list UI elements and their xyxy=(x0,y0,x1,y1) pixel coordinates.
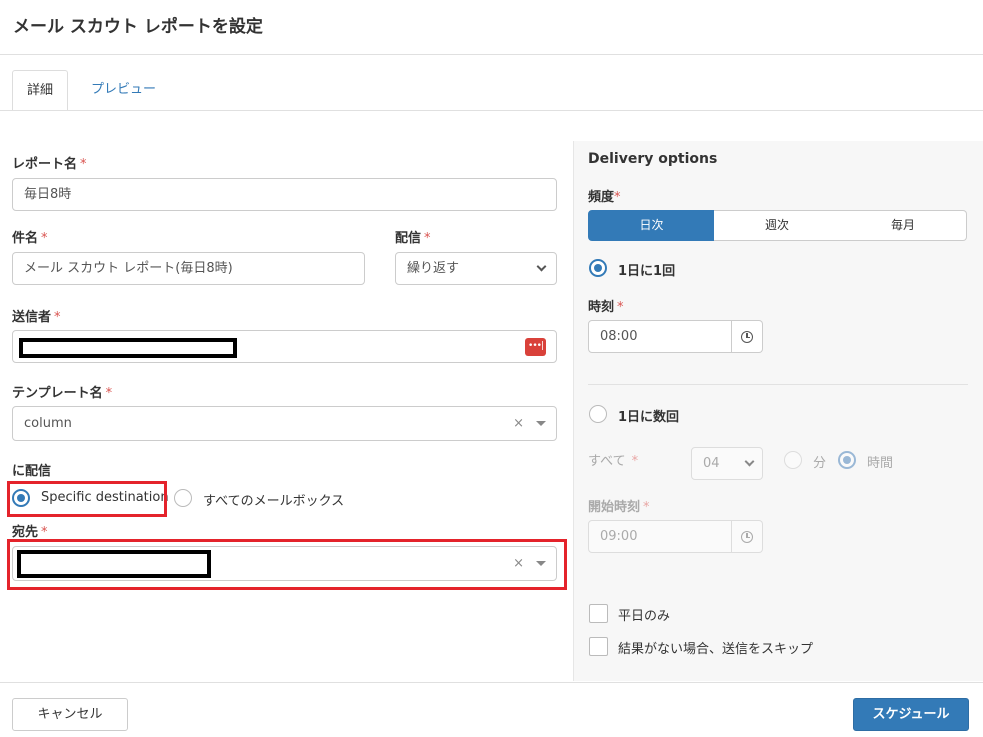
start-time-picker-button[interactable] xyxy=(732,520,763,553)
clock-icon xyxy=(741,331,753,343)
deliver-to-label: に配信 xyxy=(12,464,52,479)
chevron-down-icon xyxy=(744,456,755,467)
time-picker-button[interactable] xyxy=(732,320,763,353)
redaction-box-inner xyxy=(23,342,233,354)
cancel-button[interactable]: キャンセル xyxy=(12,698,128,731)
template-select[interactable]: column × xyxy=(12,406,557,441)
template-label: テンプレート名 * xyxy=(12,386,113,401)
radio-unit-hours-label: 時間 xyxy=(867,456,894,471)
template-select-value: column xyxy=(24,416,72,431)
chevron-down-icon xyxy=(536,261,547,272)
radio-all-mailboxes[interactable] xyxy=(174,489,192,507)
delivery-label: 配信 * xyxy=(395,231,431,246)
frequency-monthly[interactable]: 毎月 xyxy=(840,210,967,241)
every-select[interactable]: 04 xyxy=(691,447,763,480)
schedule-button[interactable]: スケジュール xyxy=(853,698,969,731)
subject-input[interactable]: メール スカウト レポート(毎日8時) xyxy=(12,252,365,285)
delivery-options-heading: Delivery options xyxy=(588,151,718,167)
radio-unit-minutes-label: 分 xyxy=(813,456,827,471)
radio-unit-hours[interactable] xyxy=(838,451,856,469)
weekdays-only-label: 平日のみ xyxy=(618,609,671,624)
tab-details[interactable]: 詳細 xyxy=(12,70,69,111)
every-label: すべて * xyxy=(588,454,639,469)
section-divider xyxy=(588,384,968,385)
frequency-weekly[interactable]: 週次 xyxy=(714,210,841,241)
radio-multiple-per-day[interactable] xyxy=(589,405,607,423)
every-select-value: 04 xyxy=(703,456,720,471)
report-name-label: レポート名 * xyxy=(12,157,87,172)
tab-preview[interactable]: プレビュー xyxy=(77,70,170,111)
destination-label: 宛先 * xyxy=(12,525,48,540)
radio-all-mailboxes-label: すべてのメールボックス xyxy=(203,494,345,509)
footer-divider xyxy=(0,682,983,683)
time-input[interactable]: 08:00 xyxy=(588,320,732,353)
skip-if-empty-label: 結果がない場合、送信をスキップ xyxy=(618,642,814,657)
clock-icon xyxy=(741,531,753,543)
clear-icon[interactable]: × xyxy=(513,416,524,431)
skip-if-empty-checkbox[interactable] xyxy=(589,637,608,656)
radio-once-per-day[interactable] xyxy=(589,259,607,277)
password-manager-icon[interactable]: •••| xyxy=(525,338,546,356)
caret-down-icon xyxy=(536,421,546,426)
time-label: 時刻 * xyxy=(588,300,624,315)
annotation-highlight xyxy=(7,539,567,590)
start-time-input[interactable]: 09:00 xyxy=(588,520,732,553)
radio-unit-minutes[interactable] xyxy=(784,451,802,469)
sender-label: 送信者 * xyxy=(12,310,61,325)
report-name-input[interactable]: 毎日8時 xyxy=(12,178,557,211)
dialog-title: メール スカウト レポートを設定 xyxy=(13,17,263,37)
start-time-label: 開始時刻 * xyxy=(588,500,650,515)
delivery-select-value: 繰り返す xyxy=(407,261,460,276)
radio-once-per-day-label: 1日に1回 xyxy=(618,264,676,279)
frequency-daily[interactable]: 日次 xyxy=(588,210,715,241)
tab-divider xyxy=(0,110,983,111)
frequency-label: 頻度* xyxy=(588,190,621,205)
annotation-highlight xyxy=(7,481,167,517)
delivery-select[interactable]: 繰り返す xyxy=(395,252,557,285)
weekdays-only-checkbox[interactable] xyxy=(589,604,608,623)
header-divider xyxy=(0,54,983,55)
radio-multiple-per-day-label: 1日に数回 xyxy=(618,410,680,425)
subject-label: 件名 * xyxy=(12,231,48,246)
